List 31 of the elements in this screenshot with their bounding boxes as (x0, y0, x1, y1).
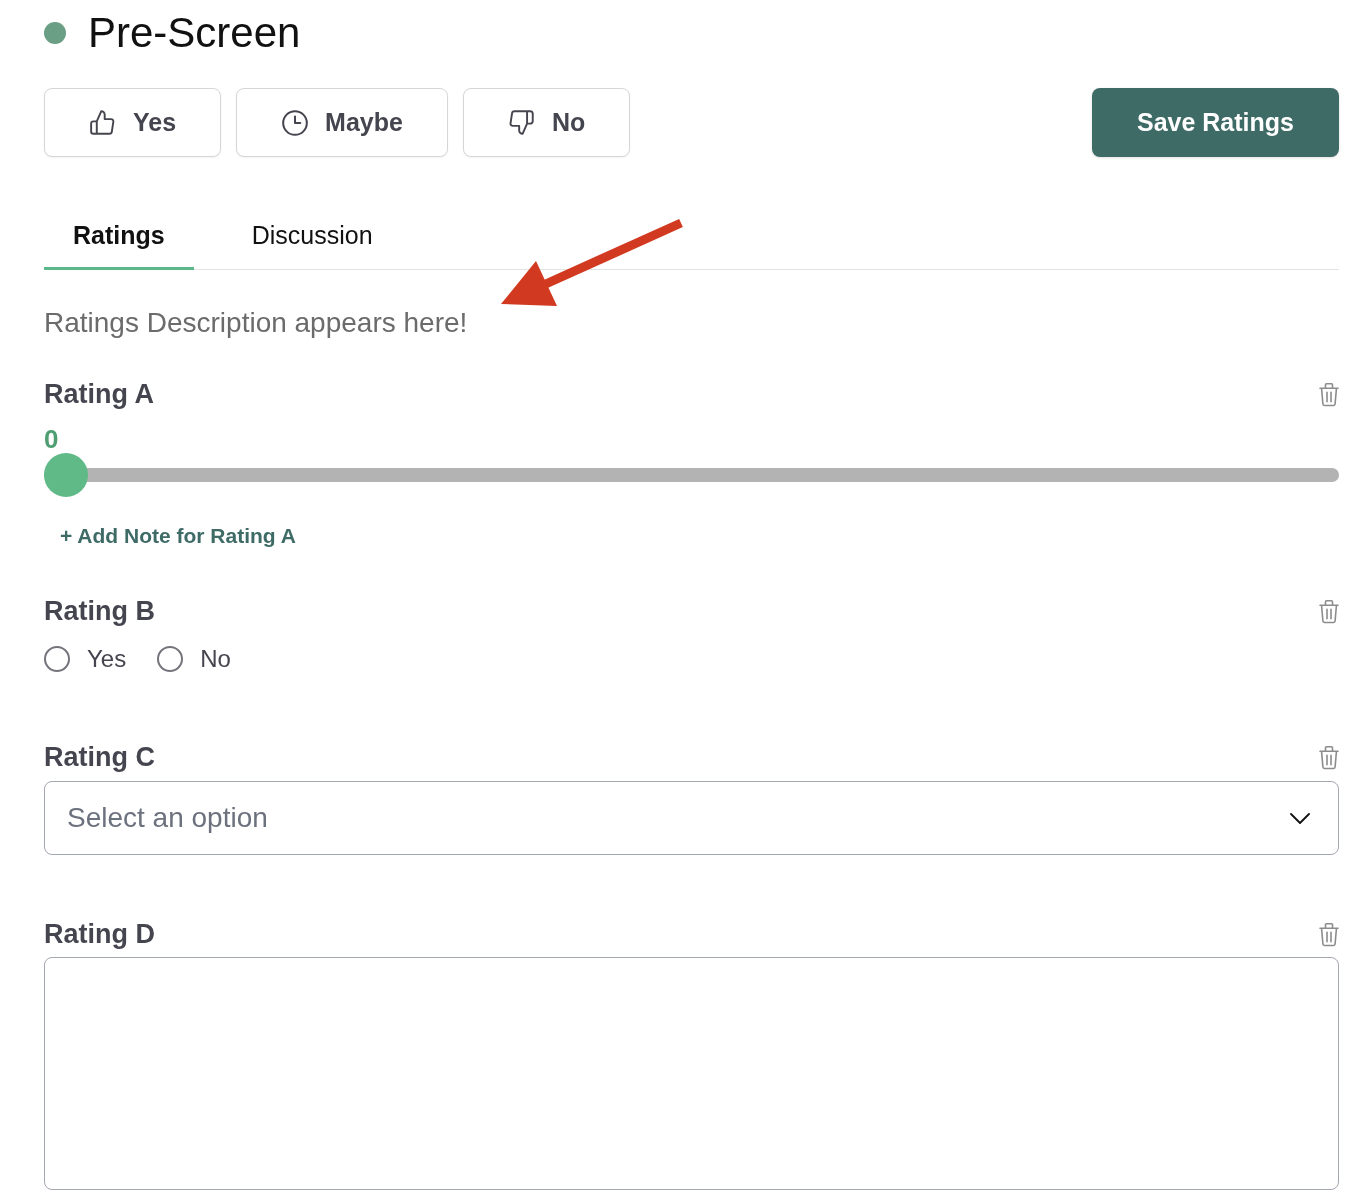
trash-icon[interactable] (1319, 598, 1339, 624)
maybe-button[interactable]: Maybe (236, 88, 448, 157)
slider-thumb[interactable] (44, 453, 88, 497)
page-title: Pre-Screen (88, 9, 301, 57)
clock-icon (282, 109, 309, 136)
trash-icon[interactable] (1319, 744, 1339, 770)
thumbs-up-icon (90, 110, 116, 135)
radio-button[interactable] (44, 646, 70, 672)
rating-label: Rating A (44, 378, 154, 410)
rating-label: Rating B (44, 595, 155, 627)
radio-label[interactable]: Yes (87, 643, 127, 675)
radio-button[interactable] (157, 646, 184, 672)
yes-button[interactable]: Yes (44, 88, 222, 157)
slider-track[interactable] (44, 453, 1339, 497)
tab[interactable]: Discussion (222, 200, 402, 270)
rating-label: Rating D (44, 918, 155, 950)
select-field[interactable]: Select an option (44, 781, 1339, 855)
status-dot-icon (44, 22, 66, 44)
no-button[interactable]: No (462, 88, 631, 157)
save-button[interactable]: Save Ratings (1092, 88, 1339, 157)
slider-value: 0 (44, 424, 60, 454)
chevron-down-icon (1290, 812, 1310, 824)
thumbs-down-icon (508, 110, 535, 135)
text-area-field[interactable] (44, 957, 1339, 1190)
rating-label: Rating C (44, 741, 155, 773)
tab[interactable]: Ratings (44, 200, 194, 270)
add-note-link[interactable]: + Add Note for Rating A (60, 523, 296, 549)
ratings-description: Ratings Description appears here! (44, 306, 469, 340)
trash-icon[interactable] (1319, 381, 1339, 407)
radio-label[interactable]: No (200, 643, 231, 675)
trash-icon[interactable] (1319, 921, 1339, 947)
